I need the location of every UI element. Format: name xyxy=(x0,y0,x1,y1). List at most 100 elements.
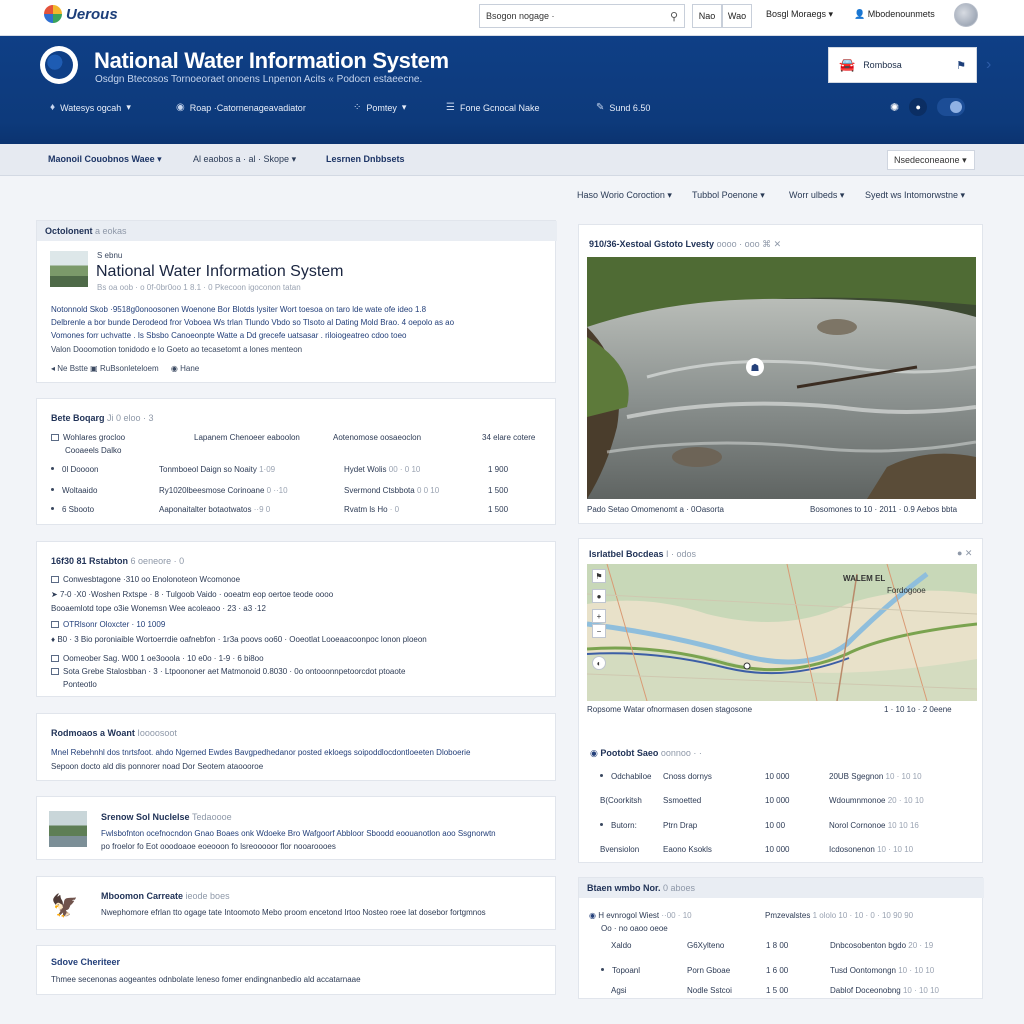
header-widget[interactable]: 🚘 Rombosa ⚑ xyxy=(828,47,977,83)
map-label-1: WALEM EL xyxy=(843,574,886,583)
logo-mark-icon xyxy=(44,5,62,23)
zoom-out-icon[interactable]: − xyxy=(592,624,606,638)
cell: 10 00 xyxy=(765,821,786,830)
table-row[interactable]: 0l Doooon xyxy=(51,465,98,474)
list-item[interactable]: OTRlsonr Oloxcter · 10 1009 xyxy=(51,620,165,629)
list-item[interactable]: Booaemlotd tope o3ie Wonemsn Wee acoleao… xyxy=(51,604,266,613)
news-2-title: Mboomon Carreate xyxy=(101,891,184,901)
bottom-card-sub-1[interactable]: ◉ H evnrogol Wiest ··00 · 10 xyxy=(589,911,692,920)
cell: 10 000 xyxy=(765,772,790,781)
nav-item-4[interactable]: ☰ Fone Gcnocal Nake xyxy=(446,102,540,113)
cell-dim: 20 · 10 10 xyxy=(887,796,924,805)
sun-icon[interactable]: ✺ xyxy=(890,101,899,114)
cell-dim: 00 · 0 10 xyxy=(388,465,421,474)
site-header: National Water Information System Osdgn … xyxy=(0,36,1024,144)
cell: Odchabiloe xyxy=(611,772,652,781)
zoom-in-icon[interactable]: + xyxy=(592,609,606,623)
filter-dropdown-2[interactable]: Tubbol Poenone ▾ xyxy=(692,190,765,201)
stations-title: 16f30 81 Rstabton xyxy=(51,556,129,566)
stream-photo-image: ☗ xyxy=(587,257,976,499)
bottom-card: Btaen wmbo Nor. 0 aboes ◉ H evnrogol Wie… xyxy=(578,877,984,999)
subnav-item-2-label: Al eaobos a · al · Skope xyxy=(193,154,290,164)
nav-item-2[interactable]: ◉ Roap ·Catornenageavadiator xyxy=(176,102,306,113)
news-3-line-1: Thmee secenonas aogeantes odnbolate lene… xyxy=(51,975,361,984)
compass-icon[interactable]: ◐ xyxy=(592,656,606,670)
table-row[interactable]: 6 Sbooto xyxy=(51,505,94,514)
filter-dropdown-1[interactable]: Haso Worio Coroction ▾ xyxy=(577,190,672,201)
avatar[interactable] xyxy=(954,3,978,27)
doc-icon xyxy=(51,576,59,583)
search-input[interactable] xyxy=(486,11,670,21)
subnav-select[interactable]: Nsedeconeaone ▾ xyxy=(887,150,975,170)
overview-header-title: Octolonent xyxy=(45,226,93,236)
subnav-item-2[interactable]: Al eaobos a · al · Skope ▾ xyxy=(193,154,296,165)
toggle-icon[interactable] xyxy=(937,98,966,116)
filter-dropdown-4[interactable]: Syedt ws Intomorwstne ▾ xyxy=(865,190,965,201)
list-item-text: B0 · 3 Bio poroniaible Wortoerrdie oafne… xyxy=(57,635,427,644)
overview-link-1[interactable]: Ne Bstte xyxy=(57,364,88,373)
top-utility-bar: Uerous ⚲ Nao Wao Bosgl Moraegs ▾ 👤 Mbode… xyxy=(0,0,1024,36)
table-row[interactable]: Agsi xyxy=(611,986,627,995)
nav-item-3[interactable]: ⁘ Pomtey ▾ xyxy=(353,102,406,113)
news-1-header: Srenow Sol Nuclelse Tedaoooe xyxy=(101,812,232,822)
overview-link-2[interactable]: RuBsonleteloem xyxy=(100,364,159,373)
overview-header-muted: a eokas xyxy=(95,226,127,236)
site-logo[interactable]: Uerous xyxy=(44,5,118,23)
bottom-card-header-muted: 0 aboes xyxy=(663,883,696,893)
overview-thumbnail xyxy=(50,251,88,287)
chevron-right-icon[interactable]: › xyxy=(986,56,991,74)
subnav-item-3[interactable]: Lesrnen Dnbbsets xyxy=(326,154,405,164)
news-card-3[interactable]: Sdove Cheriteer Thmee secenonas aogeante… xyxy=(36,945,556,995)
map-locate-button[interactable]: ● xyxy=(592,589,606,603)
cell: Ry1020lbeesmose Corinoane 0 ··10 xyxy=(159,486,288,495)
cell: Eaono Ksokls xyxy=(663,845,712,854)
list-item: Ponteotlo xyxy=(63,680,97,689)
list-item[interactable]: Oomeober Sag. W00 1 oe3ooola · 10 e0o · … xyxy=(51,654,264,663)
news-1-title: Srenow Sol Nuclelse xyxy=(101,812,190,822)
water-map[interactable]: ⚑ ● + − ◐ WALEM EL Fordogooe xyxy=(587,564,977,701)
table-row[interactable]: Odchabiloe xyxy=(600,772,651,781)
nav-item-5[interactable]: ✎ Sund 6.50 xyxy=(596,102,650,113)
nav-item-1[interactable]: ♦ Watesys ogcah ▾ xyxy=(50,102,131,113)
bottom-card-sub-1-label: H evnrogol Wiest xyxy=(598,911,660,920)
table-row[interactable]: B(Coorkitsh xyxy=(600,796,642,805)
bell-icon[interactable]: ● xyxy=(909,98,928,116)
top-search-box[interactable]: ⚲ xyxy=(479,4,685,28)
filter-dropdown-3[interactable]: Worr ulbeds ▾ xyxy=(789,190,844,201)
toolbar-button-2[interactable]: Wao xyxy=(722,4,752,28)
news-card-2[interactable]: 🦅 Mboomon Carreate ieode boes Nwephomore… xyxy=(36,876,556,930)
overview-link-3[interactable]: Hane xyxy=(180,364,199,373)
bookmark-icon: ▣ xyxy=(90,364,98,373)
map-pin-button[interactable]: ⚑ xyxy=(592,569,606,583)
subnav-item-1[interactable]: Maonoil Couobnos Waee ▾ xyxy=(48,154,162,165)
list-icon: ☰ xyxy=(446,102,455,113)
resources-card: Rodmoaos a Woant Ioooosoot Mnel Rebehnhl… xyxy=(36,713,556,781)
close-icon[interactable]: ⌘ ✕ xyxy=(762,239,781,249)
list-item[interactable]: ♦ B0 · 3 Bio poroniaible Wortoerrdie oaf… xyxy=(51,635,427,644)
table-row[interactable]: Woltaaido xyxy=(51,486,97,495)
subnav-item-1-label: Maonoil Couobnos Waee xyxy=(48,154,155,164)
bottom-card-sub-1-muted: ··00 · 10 xyxy=(661,911,692,920)
data-sets-col-1[interactable]: Wohlares grocloo xyxy=(51,433,125,442)
table-row[interactable]: Bvensiolon xyxy=(600,845,639,854)
bottom-card-sub-2[interactable]: Pmzevalstes 1 ololo 10 · 10 · 0 · 10 90 … xyxy=(765,911,913,920)
search-icon[interactable]: ⚲ xyxy=(670,10,678,23)
overview-body-3: Vomones forr uchvatte . Is Sbsbo Canoeon… xyxy=(51,331,407,340)
map-sub-header-title: Pootobt Saeo xyxy=(600,748,659,758)
cell: Wdoumnmonoe 20 · 10 10 xyxy=(829,796,924,805)
top-menu-link-2[interactable]: 👤 Mbodenounmets xyxy=(854,9,935,20)
list-item[interactable]: Sota Grebe Stalosbban · 3 · Ltpoononer a… xyxy=(51,667,405,676)
table-row[interactable]: Xaldo xyxy=(611,941,631,950)
close-icon[interactable]: ● ✕ xyxy=(957,548,972,559)
map-card-header-muted: I · odos xyxy=(666,549,697,559)
list-item[interactable]: Conwesbtagone ·310 oo Enolonoteon Wcomon… xyxy=(51,575,240,584)
top-menu-link-1[interactable]: Bosgl Moraegs ▾ xyxy=(766,9,833,20)
list-item[interactable]: ➤ 7-0 ·X0 ·Woshen Rxtspe · 8 · Tulgoob V… xyxy=(51,590,333,599)
toolbar-button-1[interactable]: Nao xyxy=(692,4,722,28)
table-row[interactable]: Topoanl xyxy=(601,966,640,975)
news-card-1[interactable]: Srenow Sol Nuclelse Tedaoooe Fwlsbofnton… xyxy=(36,796,556,860)
arrow-icon: ◂ xyxy=(51,364,56,373)
svg-text:☗: ☗ xyxy=(751,363,760,374)
table-row[interactable]: Butorn: xyxy=(600,821,637,830)
stream-photo[interactable]: ☗ xyxy=(587,257,976,499)
